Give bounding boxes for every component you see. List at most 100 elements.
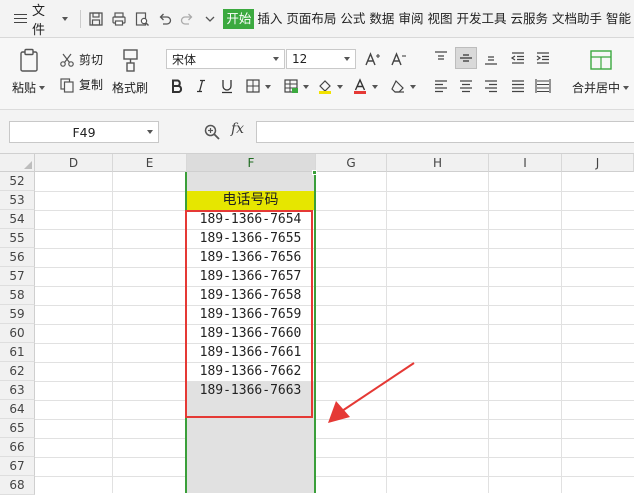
italic-icon[interactable]	[191, 76, 211, 96]
row-header[interactable]: 65	[0, 419, 35, 438]
tab-review[interactable]: 审阅	[397, 9, 424, 29]
column-header-e[interactable]: E	[113, 154, 187, 172]
column-header-f[interactable]: F	[187, 154, 316, 172]
row-header[interactable]: 62	[0, 362, 35, 381]
formula-input[interactable]	[256, 121, 634, 143]
align-left-icon[interactable]	[431, 76, 451, 96]
row-header[interactable]: 53	[0, 191, 35, 210]
insert-function-icon[interactable]: fx	[231, 121, 244, 137]
row-header[interactable]: 55	[0, 229, 35, 248]
increase-font-icon[interactable]	[362, 49, 382, 69]
column-header-d[interactable]: D	[35, 154, 113, 172]
row-header[interactable]: 67	[0, 457, 35, 476]
name-box-value: F49	[72, 124, 96, 140]
gridline	[35, 248, 634, 249]
print-icon[interactable]	[108, 7, 131, 31]
format-painter-label: 格式刷	[112, 81, 149, 95]
align-top-icon[interactable]	[431, 48, 451, 68]
tab-cloud[interactable]: 云服务	[509, 9, 549, 29]
row-header[interactable]: 63	[0, 381, 35, 400]
chevron-down-icon[interactable]	[410, 85, 416, 89]
spreadsheet-grid[interactable]: D E F G H I J 52 53 54 55 56 57 58 59 60…	[0, 154, 634, 495]
gridline	[561, 172, 562, 493]
select-all-icon	[24, 161, 32, 169]
format-painter-icon	[123, 49, 138, 72]
gridline	[386, 172, 387, 493]
underline-icon[interactable]	[217, 76, 237, 96]
tab-data[interactable]: 数据	[368, 9, 395, 29]
hamburger-icon	[14, 13, 27, 24]
format-painter-button[interactable]: 格式刷	[112, 47, 148, 96]
indent-decrease-icon[interactable]	[508, 48, 528, 68]
chevron-down-icon	[623, 85, 630, 90]
align-center-icon[interactable]	[456, 76, 476, 96]
row-header[interactable]: 66	[0, 438, 35, 457]
row-header[interactable]: 68	[0, 476, 35, 495]
menu-bar: 文件 开始 插入 页面布局 公式 数据 审阅 视图 开发工具 云服务 文档助手 …	[0, 0, 634, 38]
tab-view[interactable]: 视图	[426, 9, 453, 29]
file-menu-button[interactable]: 文件	[0, 0, 76, 38]
font-color-icon[interactable]	[350, 76, 370, 96]
row-header[interactable]: 64	[0, 400, 35, 419]
tab-page-layout[interactable]: 页面布局	[285, 9, 337, 29]
row-header[interactable]: 54	[0, 210, 35, 229]
separator	[80, 9, 81, 28]
column-header-h[interactable]: H	[387, 154, 489, 172]
gridline	[35, 305, 634, 306]
align-middle-icon[interactable]	[455, 47, 477, 69]
tab-doc-assistant[interactable]: 文档助手	[551, 9, 603, 29]
chevron-down-icon	[273, 57, 279, 61]
tab-insert[interactable]: 插入	[256, 9, 283, 29]
tab-formulas[interactable]: 公式	[339, 9, 366, 29]
column-header-j[interactable]: J	[562, 154, 634, 172]
align-bottom-icon[interactable]	[481, 48, 501, 68]
chevron-down-icon[interactable]	[337, 85, 343, 89]
paste-button[interactable]: 粘贴	[12, 47, 46, 96]
column-header-g[interactable]: G	[316, 154, 387, 172]
row-header[interactable]: 56	[0, 248, 35, 267]
font-name-select[interactable]: 宋体	[166, 49, 285, 69]
select-all-corner[interactable]	[0, 154, 35, 172]
tab-home[interactable]: 开始	[223, 8, 255, 29]
column-header-i[interactable]: I	[489, 154, 562, 172]
row-header[interactable]: 52	[0, 172, 35, 191]
borders-icon[interactable]	[243, 76, 263, 96]
cut-button[interactable]: 剪切	[59, 51, 103, 68]
justify-icon[interactable]	[508, 76, 528, 96]
row-header[interactable]: 59	[0, 305, 35, 324]
gridline	[35, 191, 634, 192]
zoom-icon[interactable]	[203, 123, 221, 141]
row-header[interactable]: 60	[0, 324, 35, 343]
chevron-down-icon[interactable]	[303, 85, 309, 89]
row-header[interactable]: 57	[0, 267, 35, 286]
gridline	[35, 286, 634, 287]
cut-label: 剪切	[79, 53, 104, 67]
indent-increase-icon[interactable]	[533, 48, 553, 68]
customize-toolbar-icon[interactable]	[199, 7, 222, 31]
fill-color-icon[interactable]	[315, 76, 335, 96]
name-box[interactable]: F49	[9, 121, 159, 143]
merge-center-button[interactable]: 合并居中	[572, 47, 630, 96]
print-preview-icon[interactable]	[130, 7, 153, 31]
chevron-down-icon[interactable]	[372, 85, 378, 89]
font-size-select[interactable]: 12	[286, 49, 356, 69]
highlight-box	[185, 210, 313, 418]
tab-developer[interactable]: 开发工具	[455, 9, 507, 29]
save-icon[interactable]	[85, 7, 108, 31]
chevron-down-icon[interactable]	[265, 85, 271, 89]
distributed-align-icon[interactable]	[533, 76, 553, 96]
align-right-icon[interactable]	[481, 76, 501, 96]
row-header[interactable]: 58	[0, 286, 35, 305]
decrease-font-icon[interactable]	[388, 49, 408, 69]
clear-format-icon[interactable]	[388, 76, 408, 96]
gridline	[35, 324, 634, 325]
bold-icon[interactable]	[167, 76, 187, 96]
undo-icon[interactable]	[153, 7, 176, 31]
copy-button[interactable]: 复制	[59, 76, 103, 93]
row-header[interactable]: 61	[0, 343, 35, 362]
tab-smart[interactable]: 智能	[605, 9, 632, 29]
redo-icon[interactable]	[176, 7, 199, 31]
cell-style-icon[interactable]	[281, 76, 301, 96]
paste-label: 粘贴	[12, 81, 37, 95]
fill-handle[interactable]	[312, 170, 317, 175]
